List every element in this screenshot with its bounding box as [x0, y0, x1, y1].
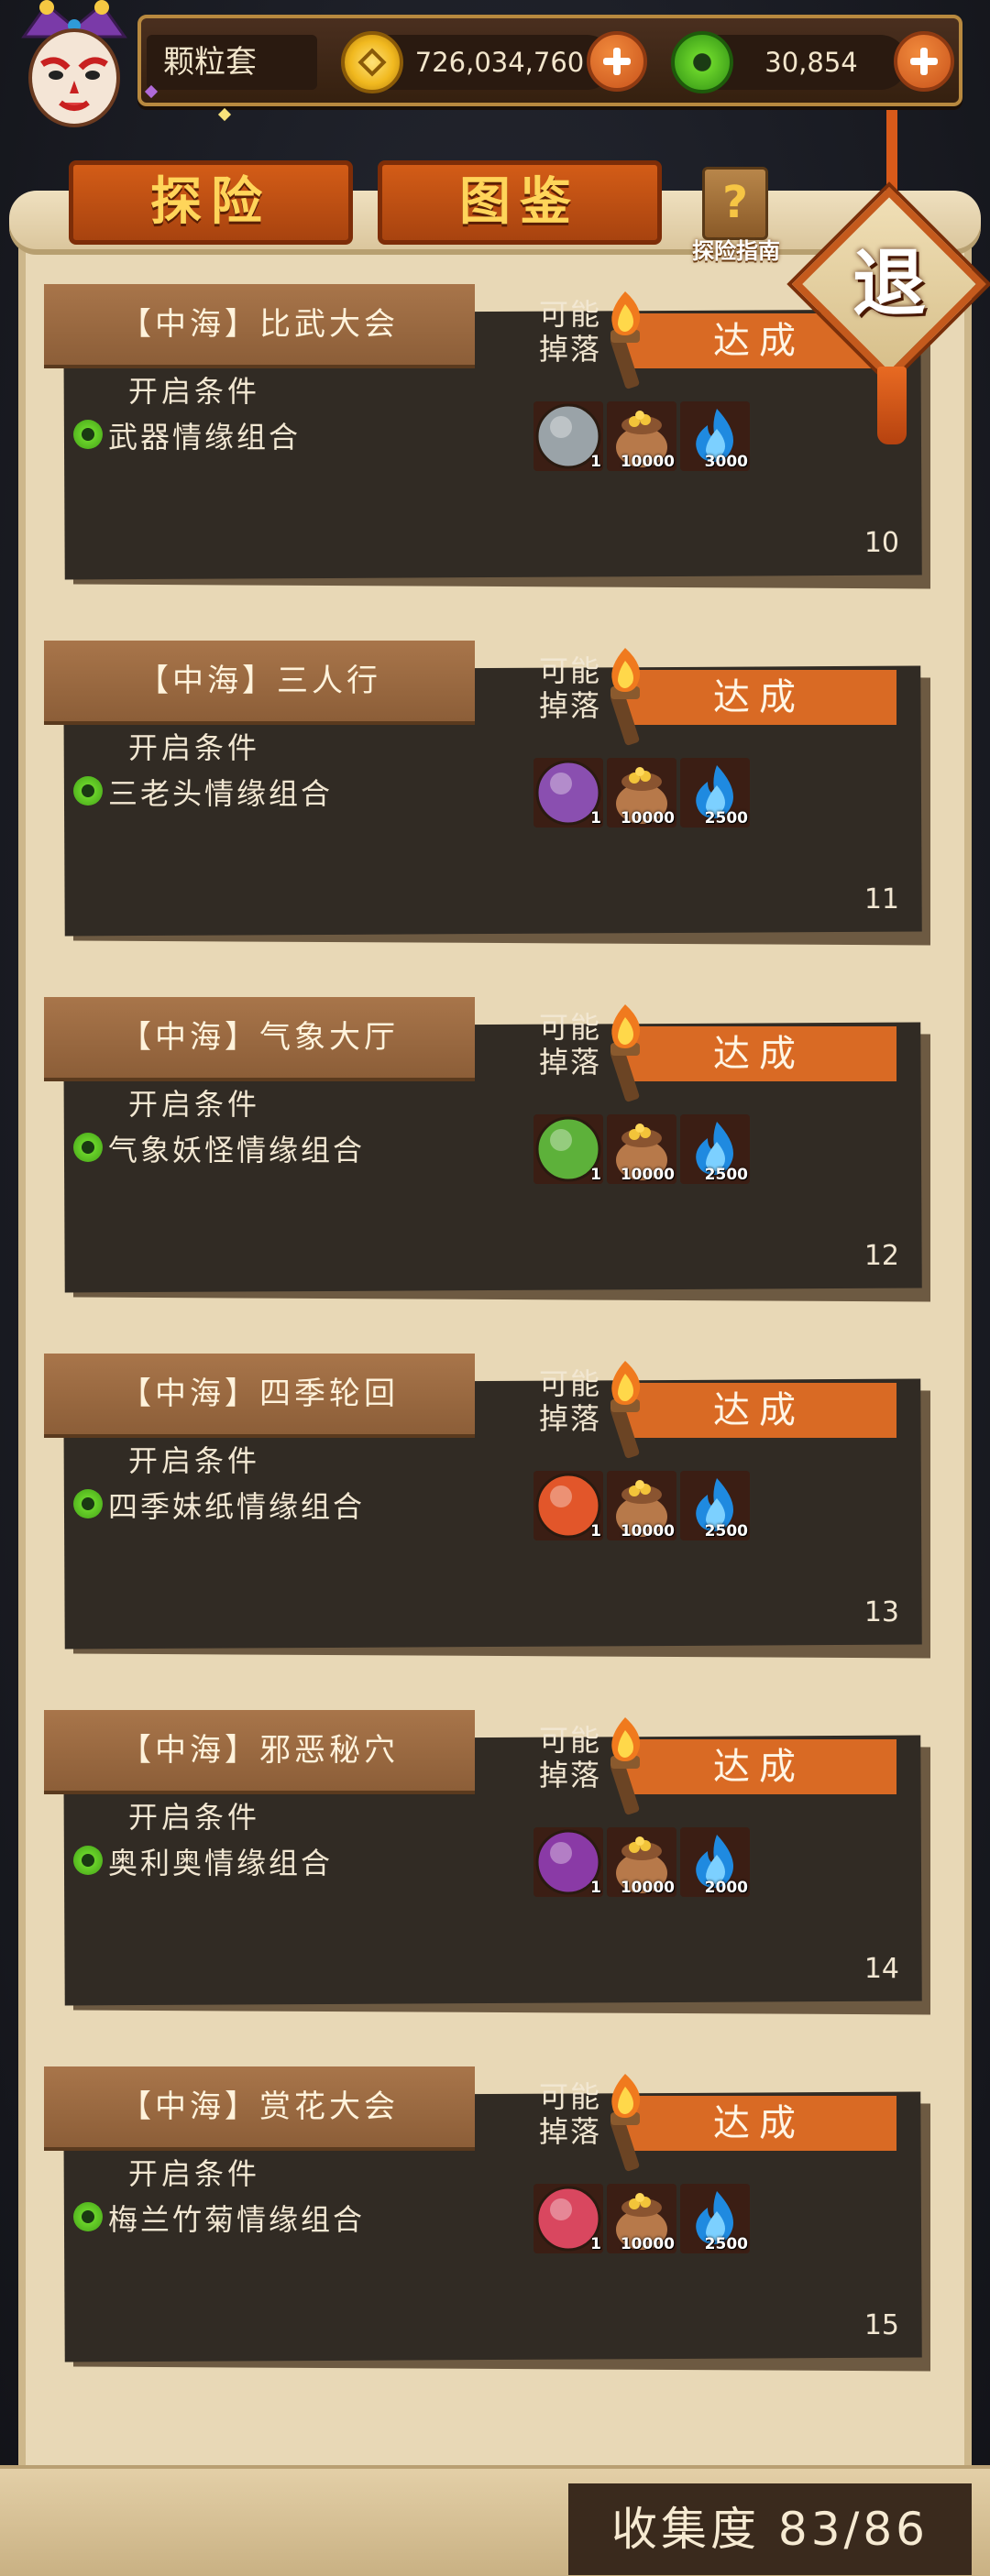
card-number: 15 [864, 2309, 899, 2341]
tab-explore[interactable]: 探险 [69, 160, 353, 245]
dungeon-card[interactable]: 【中海】赏花大会 开启条件 梅兰竹菊情缘组合 可能 掉落 达成 1 10000 [44, 2066, 930, 2372]
card-title: 【中海】三人行 [44, 641, 475, 721]
dungeon-card[interactable]: 【中海】比武大会 开启条件 武器情缘组合 可能 掉落 达成 1 10000 30… [44, 284, 930, 589]
player-name: 颗粒套 [147, 35, 317, 90]
condition-text: 武器情缘组合 [108, 420, 302, 455]
tab-codex[interactable]: 图鉴 [378, 160, 662, 245]
drop-item[interactable]: 1 [534, 401, 603, 471]
drop-qty: 10000 [620, 1166, 675, 1184]
condition-met-icon [73, 1846, 103, 1875]
drop-item[interactable]: 10000 [607, 1827, 676, 1897]
condition-header: 开启条件 [128, 1443, 261, 1478]
drop-item[interactable]: 2500 [680, 1114, 750, 1184]
condition-met-icon [73, 420, 103, 449]
status-banner: 达成 [622, 2096, 896, 2151]
condition-header: 开启条件 [128, 1087, 261, 1122]
status-banner: 达成 [622, 1026, 896, 1081]
drop-qty: 2500 [704, 2235, 748, 2253]
torch-icon [610, 1361, 641, 1459]
player-avatar[interactable] [6, 0, 143, 137]
drop-qty: 1 [590, 1522, 601, 1540]
card-title: 【中海】气象大厅 [44, 997, 475, 1078]
card-title: 【中海】邪恶秘穴 [44, 1710, 475, 1791]
guide-label: 探险指南 [692, 238, 780, 264]
condition-met-icon [73, 1489, 103, 1518]
condition-header: 开启条件 [128, 2156, 261, 2191]
condition-text: 梅兰竹菊情缘组合 [108, 2202, 366, 2237]
gold-coin-icon [341, 31, 403, 93]
condition-text: 四季妹纸情缘组合 [108, 1489, 366, 1524]
dungeon-card[interactable]: 【中海】气象大厅 开启条件 气象妖怪情缘组合 可能 掉落 达成 1 10000 [44, 997, 930, 1302]
condition-header: 开启条件 [128, 730, 261, 765]
drop-item[interactable]: 1 [534, 1471, 603, 1540]
drop-item[interactable]: 2500 [680, 758, 750, 828]
add-jade-button[interactable] [894, 31, 954, 92]
drop-item[interactable]: 1 [534, 1827, 603, 1897]
drop-qty: 2500 [704, 1166, 748, 1184]
drop-item[interactable]: 1 [534, 2184, 603, 2253]
drop-qty: 3000 [704, 453, 748, 471]
jade-icon [671, 31, 733, 93]
card-number: 14 [864, 1953, 899, 1985]
drop-item[interactable]: 1 [534, 758, 603, 828]
exit-tassel [877, 367, 907, 444]
drop-item[interactable]: 10000 [607, 1114, 676, 1184]
torch-icon [610, 1004, 641, 1102]
drop-item[interactable]: 2500 [680, 2184, 750, 2253]
drop-qty: 2500 [704, 1522, 748, 1540]
dungeon-list[interactable]: 【中海】比武大会 开启条件 武器情缘组合 可能 掉落 达成 1 10000 30… [0, 0, 990, 2474]
condition-text: 三老头情缘组合 [108, 776, 334, 811]
drop-qty: 2500 [704, 809, 748, 828]
condition-text: 气象妖怪情缘组合 [108, 1133, 366, 1167]
card-number: 11 [864, 883, 899, 915]
drop-item[interactable]: 10000 [607, 401, 676, 471]
card-title: 【中海】比武大会 [44, 284, 475, 365]
drop-qty: 2000 [704, 1879, 748, 1897]
condition-header: 开启条件 [128, 374, 261, 409]
status-banner: 达成 [622, 1383, 896, 1438]
drop-qty: 10000 [620, 809, 675, 828]
collection-progress: 收集度 83/86 [568, 2483, 972, 2575]
drop-qty: 1 [590, 1166, 601, 1184]
drop-qty: 1 [590, 453, 601, 471]
card-number: 10 [864, 527, 899, 559]
drop-item[interactable]: 10000 [607, 758, 676, 828]
drop-qty: 1 [590, 2235, 601, 2253]
dungeon-card[interactable]: 【中海】邪恶秘穴 开启条件 奥利奥情缘组合 可能 掉落 达成 1 10000 2… [44, 1710, 930, 2015]
card-number: 13 [864, 1596, 899, 1628]
status-banner: 达成 [622, 670, 896, 725]
status-banner: 达成 [622, 1739, 896, 1794]
dungeon-card[interactable]: 【中海】四季轮回 开启条件 四季妹纸情缘组合 可能 掉落 达成 1 10000 [44, 1354, 930, 1659]
torch-icon [610, 2074, 641, 2172]
drop-qty: 10000 [620, 1879, 675, 1897]
add-coins-button[interactable] [587, 31, 647, 92]
drop-item[interactable]: 10000 [607, 1471, 676, 1540]
torch-icon [610, 291, 641, 389]
exit-label[interactable]: 退 [820, 234, 958, 334]
drop-qty: 10000 [620, 2235, 675, 2253]
torch-icon [610, 648, 641, 746]
condition-met-icon [73, 2202, 103, 2231]
drop-item[interactable]: 2000 [680, 1827, 750, 1897]
drop-item[interactable]: 10000 [607, 2184, 676, 2253]
drop-qty: 1 [590, 809, 601, 828]
drop-item[interactable]: 2500 [680, 1471, 750, 1540]
guide-book-icon: ? [702, 167, 768, 240]
card-title: 【中海】四季轮回 [44, 1354, 475, 1434]
condition-met-icon [73, 776, 103, 806]
condition-met-icon [73, 1133, 103, 1162]
condition-text: 奥利奥情缘组合 [108, 1846, 334, 1880]
torch-icon [610, 1717, 641, 1815]
condition-header: 开启条件 [128, 1800, 261, 1835]
drop-qty: 1 [590, 1879, 601, 1897]
card-number: 12 [864, 1240, 899, 1272]
card-title: 【中海】赏花大会 [44, 2066, 475, 2147]
drop-item[interactable]: 1 [534, 1114, 603, 1184]
drop-qty: 10000 [620, 1522, 675, 1540]
explore-guide-button[interactable]: ? 探险指南 [676, 167, 796, 268]
drop-item[interactable]: 3000 [680, 401, 750, 471]
drop-qty: 10000 [620, 453, 675, 471]
dungeon-card[interactable]: 【中海】三人行 开启条件 三老头情缘组合 可能 掉落 达成 1 10000 25… [44, 641, 930, 946]
